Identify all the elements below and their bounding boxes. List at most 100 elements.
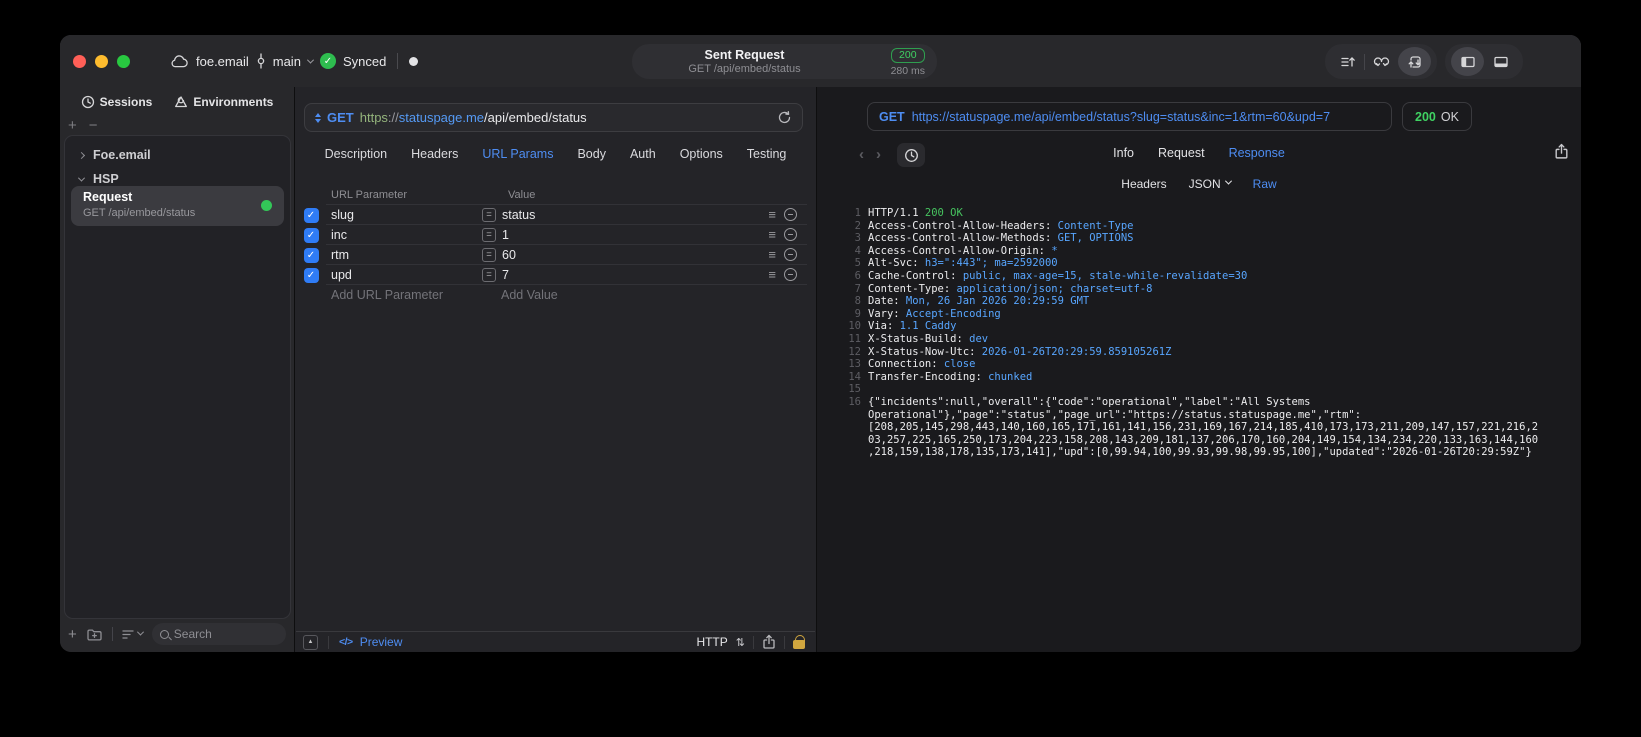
tab-options[interactable]: Options bbox=[680, 147, 723, 161]
sidebar-search[interactable] bbox=[151, 623, 286, 645]
param-name[interactable]: slug bbox=[331, 208, 482, 222]
new-folder-icon[interactable] bbox=[86, 627, 103, 642]
raw-response-view[interactable]: 1 HTTP/1.1 200 OK 2 Access-Control-Allow-He… bbox=[817, 207, 1581, 459]
equals-icon: = bbox=[482, 207, 496, 222]
toggle-bottom-panel-button[interactable] bbox=[1484, 47, 1517, 76]
line-number: 5 bbox=[854, 257, 861, 270]
close-window-button[interactable] bbox=[73, 55, 86, 68]
add-value-placeholder[interactable]: Add Value bbox=[501, 288, 558, 302]
remove-param-icon[interactable] bbox=[784, 208, 797, 221]
param-name[interactable]: rtm bbox=[331, 248, 482, 262]
tab-description[interactable]: Description bbox=[325, 147, 388, 161]
tab-request[interactable]: Request bbox=[1158, 146, 1205, 160]
export-response-icon[interactable] bbox=[1554, 143, 1569, 160]
tab-info[interactable]: Info bbox=[1113, 146, 1134, 160]
tab-sessions[interactable]: Sessions bbox=[81, 95, 153, 109]
param-name[interactable]: upd bbox=[331, 268, 482, 282]
equals-icon: = bbox=[482, 227, 496, 242]
param-checkbox[interactable]: ✓ bbox=[303, 247, 319, 263]
add-session-button[interactable]: + bbox=[68, 117, 77, 134]
tree-item-hsp[interactable]: HSP bbox=[77, 172, 119, 186]
minimize-window-button[interactable] bbox=[95, 55, 108, 68]
import-export-button[interactable] bbox=[1331, 47, 1364, 76]
tab-url-params[interactable]: URL Params bbox=[482, 147, 553, 161]
line-number: 3 bbox=[854, 232, 861, 245]
refresh-icon[interactable] bbox=[777, 110, 792, 125]
param-menu-icon[interactable]: ≡ bbox=[768, 228, 776, 241]
sort-options-button[interactable] bbox=[122, 628, 144, 640]
subtab-headers[interactable]: Headers bbox=[1121, 177, 1166, 191]
line-number: 15 bbox=[848, 383, 861, 396]
request-method[interactable]: GET bbox=[327, 110, 354, 125]
tab-headers[interactable]: Headers bbox=[411, 147, 458, 161]
request-list-item[interactable]: Request GET /api/embed/status bbox=[71, 186, 284, 226]
branch-name[interactable]: main bbox=[273, 54, 301, 69]
send-receive-button[interactable] bbox=[1398, 47, 1431, 76]
column-url-parameter: URL Parameter bbox=[331, 188, 408, 201]
response-request-url[interactable]: GET https://statuspage.me/api/embed/stat… bbox=[867, 102, 1392, 131]
request-status-pill[interactable]: Sent Request GET /api/embed/status 200 2… bbox=[632, 44, 937, 79]
tab-environments-label: Environments bbox=[193, 95, 274, 109]
param-checkbox[interactable]: ✓ bbox=[303, 267, 319, 283]
param-row: ✓ inc = 1 ≡ bbox=[296, 225, 815, 245]
toolbar-actions-pill bbox=[1325, 44, 1437, 79]
url-separator: :// bbox=[387, 110, 399, 125]
request-item-title: Request bbox=[83, 190, 133, 204]
tree-item-foe-email[interactable]: Foe.email bbox=[77, 148, 151, 162]
line-number: 11 bbox=[848, 332, 861, 345]
param-name[interactable]: inc bbox=[331, 228, 482, 242]
add-param-row: Add URL Parameter Add Value bbox=[296, 285, 815, 305]
param-checkbox[interactable]: ✓ bbox=[303, 227, 319, 243]
tab-response[interactable]: Response bbox=[1229, 146, 1285, 160]
sidebar-left-icon bbox=[1460, 56, 1475, 67]
lock-icon[interactable] bbox=[793, 635, 805, 649]
protocol-sort-icon[interactable]: ⇅ bbox=[736, 636, 745, 649]
tree-item-label: HSP bbox=[93, 172, 119, 186]
zoom-window-button[interactable] bbox=[117, 55, 130, 68]
remove-param-icon[interactable] bbox=[784, 268, 797, 281]
sync-loop-button[interactable] bbox=[1365, 47, 1398, 76]
share-icon[interactable] bbox=[762, 634, 776, 650]
response-line: 7 Content-Type: application/json; charset=… bbox=[817, 283, 1581, 296]
tab-body[interactable]: Body bbox=[577, 147, 606, 161]
add-param-placeholder[interactable]: Add URL Parameter bbox=[331, 288, 501, 302]
subtab-raw[interactable]: Raw bbox=[1253, 177, 1277, 191]
tab-environments[interactable]: Environments bbox=[174, 95, 273, 109]
project-name[interactable]: foe.email bbox=[196, 54, 249, 69]
param-value[interactable]: 1 bbox=[502, 228, 509, 242]
request-url-bar[interactable]: GET https://statuspage.me/api/embed/stat… bbox=[304, 103, 803, 132]
protocol-selector[interactable]: HTTP bbox=[696, 635, 727, 649]
preview-button[interactable]: </> Preview bbox=[339, 635, 402, 649]
param-menu-icon[interactable]: ≡ bbox=[768, 268, 776, 281]
collapse-panel-button[interactable]: ▲ bbox=[303, 634, 318, 650]
param-value[interactable]: 60 bbox=[502, 248, 516, 262]
search-icon bbox=[159, 629, 169, 639]
unsaved-indicator-dot bbox=[409, 56, 419, 66]
new-request-button[interactable]: + bbox=[68, 626, 77, 643]
request-url[interactable]: https://statuspage.me/api/embed/status bbox=[360, 110, 587, 125]
branch-chevron-down-icon[interactable] bbox=[306, 56, 314, 64]
tab-testing[interactable]: Testing bbox=[747, 147, 787, 161]
remove-param-icon[interactable] bbox=[784, 228, 797, 241]
method-sort-icon[interactable] bbox=[315, 112, 321, 123]
param-menu-icon[interactable]: ≡ bbox=[768, 248, 776, 261]
subtab-json[interactable]: JSON bbox=[1189, 177, 1232, 191]
chevron-right-icon[interactable] bbox=[77, 151, 86, 159]
param-menu-icon[interactable]: ≡ bbox=[768, 208, 776, 221]
code-icon: </> bbox=[339, 636, 353, 648]
param-value[interactable]: status bbox=[502, 208, 535, 222]
branch-icon bbox=[257, 53, 264, 69]
param-value[interactable]: 7 bbox=[502, 268, 509, 282]
remove-session-button[interactable]: − bbox=[89, 117, 98, 134]
tab-auth[interactable]: Auth bbox=[630, 147, 656, 161]
equals-icon: = bbox=[482, 247, 496, 262]
line-number: 14 bbox=[848, 370, 861, 383]
search-input[interactable] bbox=[173, 627, 278, 641]
toggle-sidebar-button[interactable] bbox=[1451, 47, 1484, 76]
param-checkbox[interactable]: ✓ bbox=[303, 207, 319, 223]
tab-sessions-label: Sessions bbox=[99, 95, 153, 109]
chevron-down-icon[interactable] bbox=[77, 174, 86, 182]
remove-param-icon[interactable] bbox=[784, 248, 797, 261]
response-line: 4 Access-Control-Allow-Origin: * bbox=[817, 245, 1581, 258]
response-line: 1 HTTP/1.1 200 OK bbox=[817, 207, 1581, 220]
